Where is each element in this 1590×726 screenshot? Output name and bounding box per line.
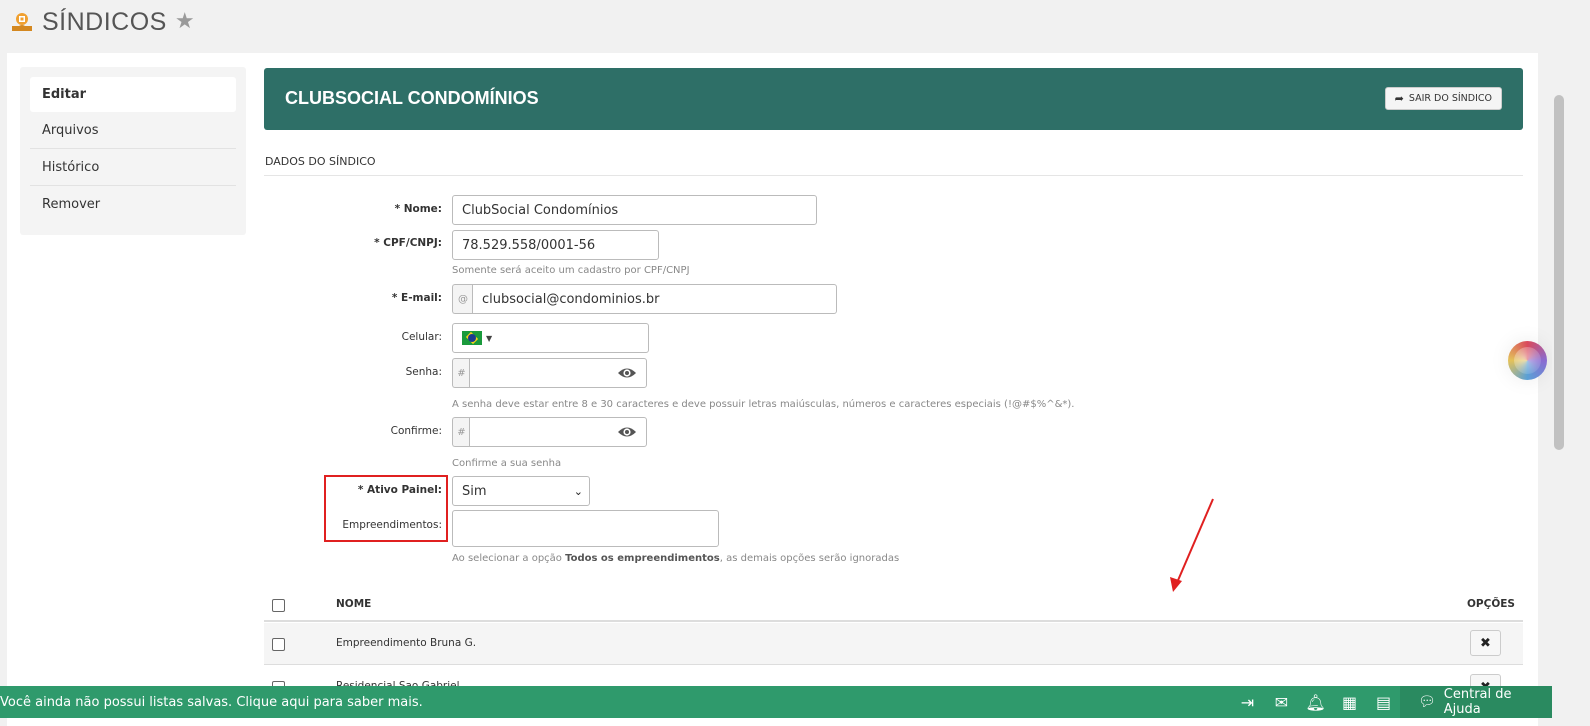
ativo-painel-selected: Sim [462,483,487,499]
required-mark: * [391,292,398,304]
celular-input[interactable]: ▼ [452,323,649,353]
email-at-addon: @ [452,284,473,314]
chevron-down-icon: ⌄ [573,484,583,498]
exit-syndic-label: SAIR DO SÍNDICO [1408,93,1492,104]
nome-label: * Nome: [395,203,442,215]
page-header: SÍNDICOS ★ [10,6,195,38]
email-label-text: E-mail: [401,292,442,304]
scrollbar-thumb[interactable] [1554,95,1564,450]
senha-hash-addon: # [452,358,470,388]
table-header: NOME OPÇÕES [264,590,1523,622]
select-all-checkbox[interactable] [272,599,285,612]
title-bar: CLUBSOCIAL CONDOMÍNIOS ➦ SAIR DO SÍNDICO [264,68,1523,130]
chevron-down-icon[interactable]: ▼ [486,334,492,343]
close-icon: ✖ [1480,635,1491,651]
building-hand-icon [12,13,32,31]
confirme-help: Confirme a sua senha [452,458,562,469]
cpf-help: Somente será aceito um cadastro por CPF/… [452,265,690,276]
confirme-label: Confirme: [390,425,442,437]
cpf-label: * CPF/CNPJ: [374,237,442,249]
sidebar-item-remover[interactable]: Remover [30,186,236,223]
nome-label-text: Nome: [403,203,442,215]
ativo-painel-select[interactable]: Sim ⌄ [452,476,590,506]
bottom-bar: Você ainda não possui listas salvas. Cli… [0,686,1552,718]
highlight-box [324,475,448,542]
scrollbar[interactable] [1552,0,1566,726]
col-nome: NOME [336,598,372,610]
brazil-flag-icon[interactable] [462,331,482,345]
row-checkbox[interactable] [272,638,285,651]
star-icon[interactable]: ★ [175,11,195,33]
email-label: * E-mail: [392,292,442,304]
col-opcoes: OPÇÕES [1467,598,1515,610]
sidebar-item-arquivos[interactable]: Arquivos [30,112,236,149]
calendar-icon[interactable]: ▦ [1341,692,1358,712]
sidebar-item-editar[interactable]: Editar [30,77,236,112]
eye-icon[interactable] [617,425,637,439]
bottom-bar-icons: ⇥ ✉ 🔔︎ ▦ ▤ [1239,692,1392,712]
table-row: Empreendimento Bruna G. ✖ [264,623,1523,665]
help-center-button[interactable]: 💬︎ Central de Ajuda [1400,686,1552,718]
help-text-bold: Todos os empreendimentos [565,553,720,564]
remove-button[interactable]: ✖ [1470,630,1501,656]
section-title: DADOS DO SÍNDICO [265,155,376,168]
section-divider [264,175,1523,176]
bell-icon[interactable]: 🔔︎ [1305,692,1325,712]
email-input[interactable]: clubsocial@condominios.br [472,284,837,314]
saved-lists-message[interactable]: Você ainda não possui listas salvas. Cli… [0,695,423,710]
row-name: Empreendimento Bruna G. [336,637,477,649]
collapse-right-icon[interactable]: ⇥ [1239,692,1256,712]
senha-help: A senha deve estar entre 8 e 30 caracter… [452,399,1075,410]
empreendimentos-help: Ao selecionar a opção Todos os empreendi… [452,553,899,564]
help-center-label: Central de Ajuda [1443,687,1512,717]
page-title: SÍNDICOS [42,7,167,36]
cpf-input[interactable]: 78.529.558/0001-56 [452,230,659,260]
help-text-post: , as demais opções serão ignoradas [719,553,900,564]
celular-label: Celular: [401,331,442,343]
senha-label: Senha: [405,366,442,378]
assistant-fab[interactable] [1508,341,1547,380]
required-mark: * [394,203,401,215]
nome-input[interactable]: ClubSocial Condomínios [452,195,817,225]
cpf-label-text: CPF/CNPJ: [383,237,442,249]
syndic-name-title: CLUBSOCIAL CONDOMÍNIOS [285,88,539,108]
exit-syndic-button[interactable]: ➦ SAIR DO SÍNDICO [1384,87,1502,110]
required-mark: * [374,237,380,249]
confirme-hash-addon: # [452,417,470,447]
help-text-pre: Ao selecionar a opção [452,553,566,564]
sidebar-item-historico[interactable]: Histórico [30,149,236,186]
eye-icon[interactable] [617,366,637,380]
annotation-arrow-icon [1170,498,1214,592]
empreendimentos-input[interactable] [452,510,719,547]
share-arrow-icon: ➦ [1394,92,1404,105]
calculator-icon[interactable]: ▤ [1375,692,1392,712]
chat-bubble-icon: 💬︎ [1418,694,1436,710]
ticket-star-icon[interactable]: ✉ [1273,692,1290,712]
sidebar: Editar Arquivos Histórico Remover [20,67,246,235]
